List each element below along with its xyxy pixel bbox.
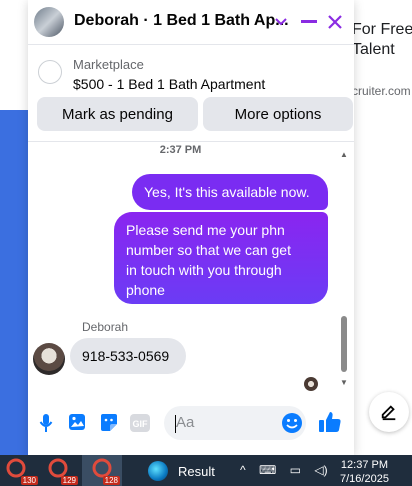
- taskbar-app-label: Result: [178, 464, 215, 479]
- chevron-down-icon: [275, 18, 287, 26]
- attach-photo-button[interactable]: [67, 412, 89, 434]
- network-icon[interactable]: ▭: [290, 463, 301, 477]
- message-bubble-outgoing[interactable]: Please send me your phn number so that w…: [114, 212, 328, 304]
- message-bubble-incoming[interactable]: 918-533-0569: [70, 338, 186, 374]
- sticker-button[interactable]: [98, 412, 120, 434]
- compose-icon: [381, 405, 396, 421]
- chat-options-button[interactable]: [268, 8, 294, 36]
- emoji-button[interactable]: [281, 412, 303, 439]
- sender-name: Deborah: [82, 320, 129, 334]
- sender-avatar[interactable]: [33, 343, 65, 375]
- voice-clip-button[interactable]: [35, 412, 57, 434]
- listing-thumbnail[interactable]: [38, 60, 62, 84]
- message-composer: GIF: [28, 398, 354, 455]
- scroll-down-arrow-icon[interactable]: ▼: [340, 378, 348, 387]
- marketplace-listing-banner: Marketplace $500 - 1 Bed 1 Bath Apartmen…: [28, 45, 354, 142]
- taskbar-clock[interactable]: 12:37 PM 7/16/2025: [340, 458, 389, 486]
- notification-badge: 129: [60, 476, 78, 485]
- taskbar-app-button[interactable]: 130: [0, 455, 40, 486]
- message-list: 2:37 PM Yes, It's this available now. Pl…: [28, 142, 354, 398]
- chat-title[interactable]: Deborah · 1 Bed 1 Bath Ap...: [74, 12, 289, 30]
- photo-icon: [69, 414, 85, 430]
- chat-header: Deborah · 1 Bed 1 Bath Ap...: [28, 0, 354, 45]
- message-input-box[interactable]: [164, 406, 306, 440]
- taskbar-app-button-active[interactable]: 128: [82, 455, 122, 486]
- background-headline[interactable]: For Free Talent: [352, 20, 412, 60]
- scrollbar-thumb[interactable]: [341, 316, 347, 372]
- listing-title[interactable]: $500 - 1 Bed 1 Bath Apartment: [73, 76, 265, 92]
- close-button[interactable]: [322, 8, 348, 36]
- volume-icon[interactable]: ◁): [314, 463, 327, 477]
- new-message-button[interactable]: [369, 392, 409, 432]
- microphone-icon: [39, 414, 53, 432]
- taskbar-result-app[interactable]: Result: [146, 459, 236, 483]
- background-link[interactable]: cruiter.com: [352, 84, 411, 98]
- listing-source: Marketplace: [73, 57, 144, 72]
- notification-badge: 130: [20, 476, 38, 485]
- send-like-button[interactable]: [318, 410, 342, 439]
- message-bubble-outgoing[interactable]: Yes, It's this available now.: [132, 174, 328, 210]
- mark-as-pending-button[interactable]: Mark as pending: [37, 97, 198, 131]
- meet-now-icon[interactable]: ⌨: [259, 463, 276, 477]
- scroll-up-arrow-icon[interactable]: ▲: [340, 150, 348, 159]
- emoji-icon: [282, 413, 302, 433]
- gif-button[interactable]: GIF: [129, 412, 151, 434]
- svg-text:GIF: GIF: [133, 419, 149, 429]
- background-right-column: For Free Talent cruiter.com: [352, 0, 412, 455]
- thumbs-up-icon: [319, 412, 341, 432]
- windows-taskbar: 130 129 128 Result ^ ⌨ ▭ ◁) 12:37 PM 7/1…: [0, 455, 412, 486]
- show-hidden-icons-icon[interactable]: ^: [240, 463, 246, 477]
- minimize-icon: [301, 20, 317, 23]
- clock-date: 7/16/2025: [340, 473, 389, 485]
- chrome-app-icon: [48, 458, 68, 478]
- notification-badge: 128: [102, 476, 120, 485]
- result-app-icon: [148, 461, 168, 481]
- minimize-button[interactable]: [296, 8, 322, 36]
- sticker-icon: [101, 414, 117, 431]
- clock-time: 12:37 PM: [340, 459, 389, 471]
- message-timestamp: 2:37 PM: [159, 144, 202, 156]
- chat-window: Deborah · 1 Bed 1 Bath Ap... Marketplace…: [28, 0, 354, 455]
- more-options-button[interactable]: More options: [203, 97, 353, 131]
- chrome-app-icon: [92, 458, 112, 478]
- seen-indicator-avatar: [304, 377, 318, 391]
- avatar[interactable]: [34, 7, 64, 37]
- gif-icon: GIF: [130, 414, 150, 432]
- close-icon: [328, 15, 342, 29]
- chrome-app-icon: [6, 458, 26, 478]
- message-scrollbar[interactable]: ▲ ▼: [338, 150, 350, 390]
- background-blue-panel: [0, 110, 30, 455]
- system-tray[interactable]: ^ ⌨ ▭ ◁): [240, 463, 328, 477]
- taskbar-app-button[interactable]: 129: [40, 455, 80, 486]
- message-input[interactable]: [176, 414, 276, 431]
- text-caret: [175, 415, 176, 433]
